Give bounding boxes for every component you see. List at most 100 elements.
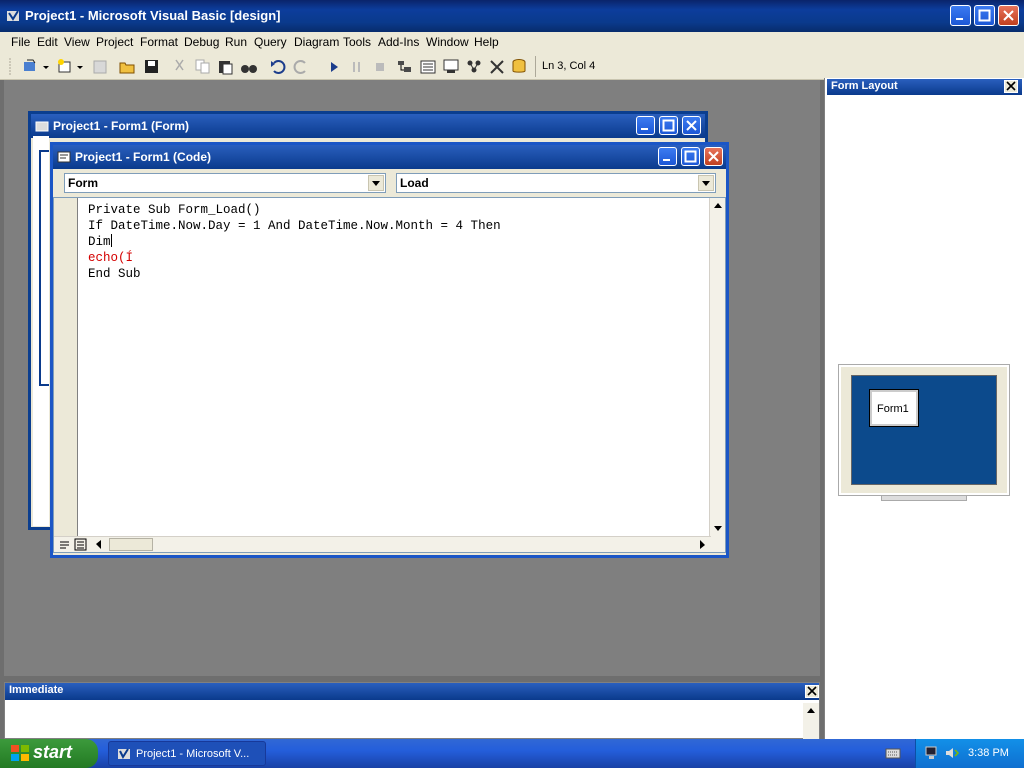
main-title-bar[interactable]: Project1 - Microsoft Visual Basic [desig… — [0, 0, 1024, 32]
copy-icon[interactable] — [194, 58, 212, 75]
code-line-error: echo(Í — [88, 251, 134, 265]
form-close-button[interactable] — [682, 116, 701, 135]
immediate-window[interactable]: Immediate — [4, 682, 820, 739]
menu-edit[interactable]: Edit — [37, 35, 58, 49]
monitor-screen: Form1 — [851, 375, 997, 485]
immediate-close-icon[interactable] — [805, 685, 819, 698]
minimize-icon — [641, 128, 648, 130]
form-layout-close-icon[interactable] — [1004, 80, 1018, 93]
data-view-icon[interactable] — [511, 58, 529, 75]
app-title: Project1 - Microsoft Visual Basic [desig… — [25, 8, 281, 23]
menu-view[interactable]: View — [64, 35, 90, 49]
form-maximize-button[interactable] — [659, 116, 678, 135]
scroll-up-icon — [807, 708, 815, 713]
horizontal-scroll-thumb[interactable] — [109, 538, 153, 551]
cursor-position-status: Ln 3, Col 4 — [535, 56, 751, 77]
toolbox-icon[interactable] — [488, 58, 506, 75]
network-icon[interactable] — [925, 746, 941, 760]
code-maximize-button[interactable] — [681, 147, 700, 166]
menu-run[interactable]: Run — [225, 35, 247, 49]
code-window[interactable]: Project1 - Form1 (Code) Form Load Privat… — [50, 142, 729, 558]
maximize-icon — [662, 119, 675, 132]
add-form-dropdown-icon[interactable] — [76, 58, 84, 75]
find-icon[interactable] — [240, 58, 258, 75]
monitor-preview: Form1 — [838, 364, 1010, 496]
code-close-button[interactable] — [704, 147, 723, 166]
menu-file[interactable]: File — [11, 35, 30, 49]
form1-preview[interactable]: Form1 — [869, 389, 919, 427]
menu-diagram[interactable]: Diagram — [294, 35, 339, 49]
menu-add-ins[interactable]: Add-Ins — [378, 35, 419, 49]
immediate-scrollbar[interactable] — [803, 703, 819, 739]
project-explorer-icon[interactable] — [396, 58, 414, 75]
undo-icon[interactable] — [269, 58, 287, 75]
form-layout-panel[interactable]: Form Layout Form1 — [824, 78, 1024, 739]
form-designer-title-bar[interactable]: Project1 - Form1 (Form) — [31, 114, 705, 138]
chevron-down-icon[interactable] — [368, 175, 384, 191]
code-text[interactable]: Private Sub Form_Load() If DateTime.Now.… — [88, 202, 501, 282]
maximize-icon — [684, 150, 697, 163]
procedure-view-icon[interactable] — [58, 538, 71, 551]
start-button[interactable]: start — [0, 739, 98, 768]
object-browser-icon[interactable] — [465, 58, 483, 75]
code-editor[interactable]: Private Sub Form_Load() If DateTime.Now.… — [53, 197, 726, 553]
menu-format[interactable]: Format — [140, 35, 178, 49]
open-project-icon[interactable] — [119, 58, 137, 75]
code-window-title: Project1 - Form1 (Code) — [75, 150, 212, 164]
taskbar: start Project1 - Microsoft V... 3:38 PM — [0, 739, 1024, 768]
scroll-up-icon — [714, 203, 722, 208]
toolbar-grip[interactable] — [9, 58, 15, 76]
full-module-view-icon[interactable] — [74, 538, 87, 551]
menu-help[interactable]: Help — [474, 35, 499, 49]
vb-app-icon — [117, 747, 131, 761]
code-horizontal-scrollbar[interactable] — [54, 536, 711, 552]
chevron-down-icon[interactable] — [698, 175, 714, 191]
paste-icon[interactable] — [217, 58, 235, 75]
properties-window-icon[interactable] — [419, 58, 437, 75]
taskbar-item-label: Project1 - Microsoft V... — [136, 748, 250, 760]
system-tray: 3:38 PM — [915, 739, 1024, 768]
scroll-down-icon — [714, 526, 722, 531]
menu-query[interactable]: Query — [254, 35, 287, 49]
cut-icon[interactable] — [171, 58, 189, 75]
end-icon[interactable] — [371, 58, 389, 75]
minimize-button[interactable] — [950, 5, 971, 26]
code-line: If DateTime.Now.Day = 1 And DateTime.Now… — [88, 219, 501, 233]
code-window-title-bar[interactable]: Project1 - Form1 (Code) — [53, 145, 726, 169]
immediate-title[interactable]: Immediate — [5, 683, 819, 700]
maximize-button[interactable] — [974, 5, 995, 26]
procedure-combo[interactable]: Load — [396, 173, 716, 193]
close-button[interactable] — [998, 5, 1019, 26]
object-combo-value: Form — [68, 176, 98, 190]
form-designer-title: Project1 - Form1 (Form) — [53, 119, 190, 133]
menu-debug[interactable]: Debug — [184, 35, 219, 49]
menu-window[interactable]: Window — [426, 35, 469, 49]
code-vertical-scrollbar[interactable] — [709, 198, 725, 552]
save-project-icon[interactable] — [143, 58, 161, 75]
scroll-right-icon[interactable] — [696, 538, 709, 551]
code-margin-gutter[interactable] — [54, 198, 78, 552]
taskbar-item-vb[interactable]: Project1 - Microsoft V... — [108, 741, 266, 766]
object-combo[interactable]: Form — [64, 173, 386, 193]
add-project-icon[interactable] — [22, 58, 40, 75]
form-layout-icon[interactable] — [442, 58, 460, 75]
keyboard-icon[interactable] — [885, 747, 901, 759]
break-icon[interactable] — [348, 58, 366, 75]
close-icon — [708, 151, 719, 162]
start-icon[interactable] — [325, 58, 343, 75]
scroll-left-icon[interactable] — [92, 538, 105, 551]
volume-icon[interactable] — [944, 746, 960, 760]
close-icon — [1003, 10, 1014, 21]
menu-bar: File Edit View Project Format Debug Run … — [0, 32, 1024, 53]
form1-preview-label: Form1 — [877, 403, 909, 415]
menu-editor-icon[interactable] — [91, 58, 109, 75]
form-layout-title[interactable]: Form Layout — [827, 79, 1022, 95]
menu-project[interactable]: Project — [96, 35, 133, 49]
minimize-icon — [956, 18, 963, 20]
redo-icon[interactable] — [292, 58, 310, 75]
menu-tools[interactable]: Tools — [343, 35, 371, 49]
code-minimize-button[interactable] — [658, 147, 677, 166]
form-minimize-button[interactable] — [636, 116, 655, 135]
add-project-dropdown-icon[interactable] — [42, 58, 50, 75]
add-form-icon[interactable] — [56, 58, 74, 75]
